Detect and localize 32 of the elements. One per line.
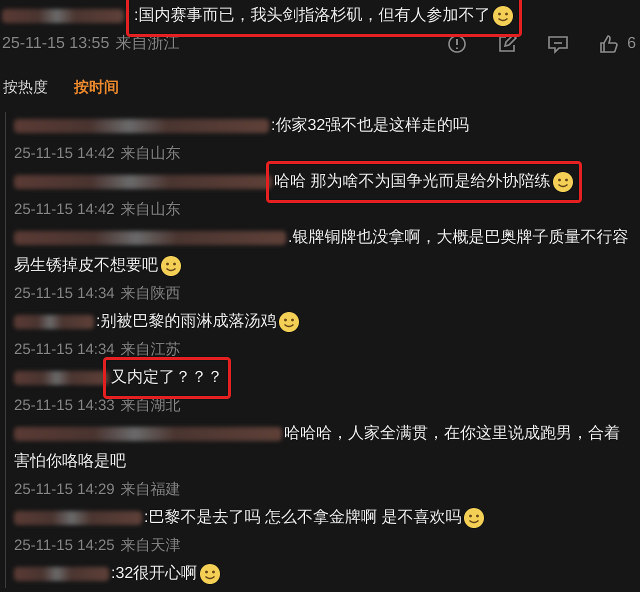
comment-location: 来自天津 bbox=[120, 536, 181, 556]
comment-location: 来自江苏 bbox=[120, 340, 181, 360]
comment-location: 来自陕西 bbox=[120, 284, 181, 304]
comment-time: 25-11-15 14:42 bbox=[14, 144, 115, 164]
comment-text: .银牌铜牌也没拿啊，大概是巴奥牌子质量不行容 bbox=[288, 228, 628, 248]
comment-text: 易生锈掉皮不想要吧 bbox=[14, 256, 158, 276]
comment-time: 25-11-15 14:34 bbox=[14, 284, 115, 304]
comment-text: :别被巴黎的雨淋成落汤鸡 bbox=[96, 312, 276, 332]
comment-text: :你家32强不也是这样走的吗 bbox=[271, 116, 470, 136]
comment-text: :32很开心啊 bbox=[111, 564, 198, 584]
comment-text: :国内赛事而已，我头剑指洛杉矶，但有人参加不了 bbox=[134, 6, 490, 26]
comment-text: 哈哈 那为啥不为国争光而是给外协陪练 bbox=[274, 172, 550, 192]
comment-time: 25-11-15 13:55 bbox=[2, 34, 110, 54]
comment-time: 25-11-15 14:34 bbox=[14, 340, 115, 360]
comment-location: 来自福建 bbox=[120, 480, 181, 500]
comment-text: :巴黎不是去了吗 怎么不拿金牌啊 是不喜欢吗 bbox=[144, 508, 462, 528]
comment-text: 又内定了？？？ bbox=[111, 368, 223, 388]
comment-time: 25-11-15 14:29 bbox=[14, 480, 115, 500]
sort-tab[interactable]: 按热度 bbox=[3, 74, 48, 102]
comment-text: 害怕你咯咯是吧 bbox=[14, 452, 126, 472]
comment-time: 25-11-15 14:25 bbox=[14, 536, 115, 556]
comment-time: 25-11-15 14:42 bbox=[14, 200, 115, 220]
comment-location: 来自山东 bbox=[120, 200, 181, 220]
sort-tab[interactable]: 按时间 bbox=[74, 74, 119, 102]
comment-icon[interactable] bbox=[547, 34, 570, 54]
comment-location: 来自山东 bbox=[120, 144, 181, 164]
info-icon[interactable] bbox=[447, 34, 468, 54]
edit-icon[interactable] bbox=[497, 34, 518, 54]
comment-text: 哈哈哈，人家全满贯，在你这里说成跑男，合着 bbox=[284, 424, 620, 444]
like-count: 6 bbox=[627, 34, 636, 54]
comment-time: 25-11-15 14:33 bbox=[14, 396, 115, 416]
thumbs-up-icon[interactable] bbox=[599, 34, 620, 54]
